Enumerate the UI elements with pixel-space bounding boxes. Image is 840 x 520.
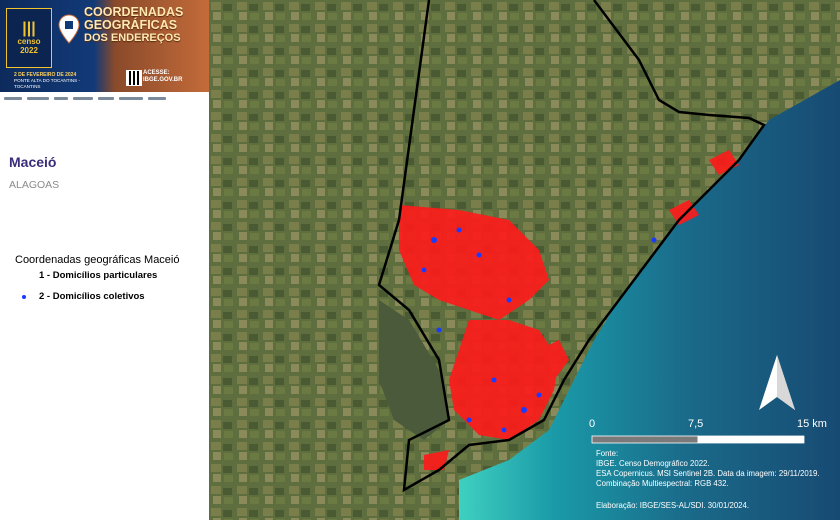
scale-label-0: 0 xyxy=(589,418,596,430)
legend-item-label: 2 - Domicílios coletivos xyxy=(39,291,145,302)
partner-logo xyxy=(98,96,114,100)
banner-access-url[interactable]: IBGE.GOV.BR xyxy=(143,77,182,84)
state-name: ALAGOAS xyxy=(9,179,60,191)
banner-title-line3: DOS ENDEREÇOS xyxy=(84,32,181,44)
source-note: Fonte: IBGE. Censo Demográfico 2022. ESA… xyxy=(596,449,836,489)
banner-access[interactable]: ACESSE: IBGE.GOV.BR xyxy=(143,70,182,84)
scale-bar xyxy=(591,435,805,444)
partner-logo xyxy=(54,96,68,100)
legend-item-label: 1 - Domicílios particulares xyxy=(39,270,158,281)
scale-label-mid: 7,5 xyxy=(688,418,704,430)
source-line: ESA Copernicus. MSI Sentinel 2B. Data da… xyxy=(596,469,820,478)
info-panel: ||| censo 2022 COORDENADAS GEOGRÁFICAS D… xyxy=(0,0,209,520)
satellite-map[interactable] xyxy=(209,0,840,520)
city-name: Maceió xyxy=(9,154,57,170)
censo-bars-icon: ||| xyxy=(22,20,36,37)
legend-dot-red-icon xyxy=(22,274,26,278)
partner-logo xyxy=(27,96,49,100)
scale-label-end: 15 km xyxy=(797,418,827,430)
banner-title-line2: GEOGRÁFICAS xyxy=(84,18,178,32)
partner-logo xyxy=(148,96,166,100)
legend-item-private: 1 - Domicílios particulares xyxy=(22,270,157,281)
censo-logo-line2: 2022 xyxy=(20,46,38,55)
map-canvas xyxy=(209,0,840,520)
legend-item-collective: 2 - Domicílios coletivos xyxy=(22,291,145,302)
elaboration-note: Elaboração: IBGE/SES-AL/SDI. 30/01/2024. xyxy=(596,501,749,510)
partner-logos-strip xyxy=(0,92,209,104)
banner-date: 2 DE FEVEREIRO DE 2024 PONTE ALTA DO TOC… xyxy=(14,72,94,90)
source-line: IBGE. Censo Demográfico 2022. xyxy=(596,459,710,468)
censo-logo: ||| censo 2022 xyxy=(6,8,52,68)
partner-logo xyxy=(73,96,93,100)
qr-code-icon xyxy=(126,70,142,86)
banner-place-text: PONTE ALTA DO TOCANTINS - TOCANTINS xyxy=(14,78,81,89)
source-line: Fonte: xyxy=(596,449,619,458)
scale-bar-segment xyxy=(697,435,805,444)
source-line: Combinação Multiespectral: RGB 432. xyxy=(596,479,729,488)
partner-logo xyxy=(119,96,143,100)
scale-bar-segment xyxy=(591,435,699,444)
legend-dot-blue-icon xyxy=(22,294,26,299)
banner-title: COORDENADAS GEOGRÁFICAS DOS ENDEREÇOS xyxy=(84,6,206,45)
legend-title: Coordenadas geográficas Maceió xyxy=(15,254,180,266)
censo-logo-line1: censo xyxy=(17,37,41,46)
banner-access-label: ACESSE: xyxy=(143,70,170,76)
map-pin-icon xyxy=(58,14,80,44)
census-banner: ||| censo 2022 COORDENADAS GEOGRÁFICAS D… xyxy=(0,0,209,102)
partner-logo xyxy=(4,96,22,100)
